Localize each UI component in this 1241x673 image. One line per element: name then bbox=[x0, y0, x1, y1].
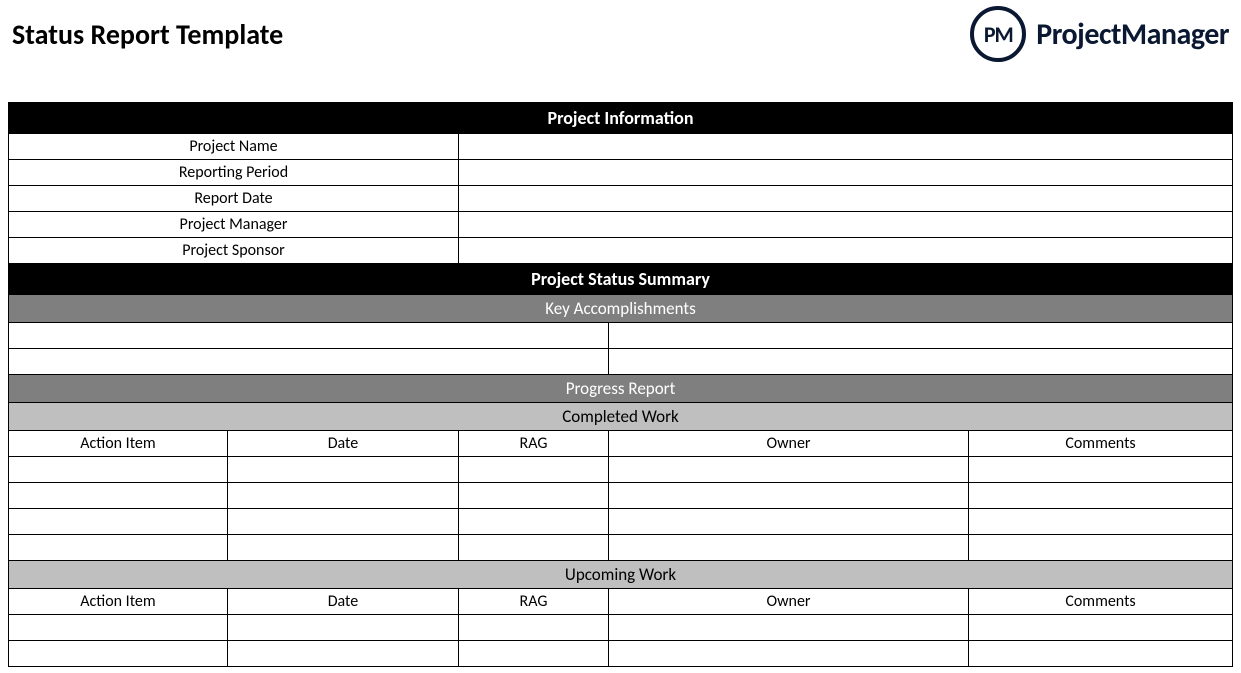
info-label: Project Manager bbox=[9, 212, 459, 238]
col-action-item: Action Item bbox=[9, 589, 228, 615]
col-comments: Comments bbox=[969, 431, 1233, 457]
info-row: Report Date bbox=[9, 186, 1233, 212]
col-rag: RAG bbox=[459, 589, 609, 615]
page-title: Status Report Template bbox=[12, 17, 283, 52]
info-label: Reporting Period bbox=[9, 160, 459, 186]
info-row: Project Manager bbox=[9, 212, 1233, 238]
info-value-project-name[interactable] bbox=[459, 134, 1233, 160]
section-header-project-info: Project Information bbox=[9, 103, 1233, 134]
col-owner: Owner bbox=[609, 589, 969, 615]
info-label: Project Name bbox=[9, 134, 459, 160]
col-comments: Comments bbox=[969, 589, 1233, 615]
info-label: Report Date bbox=[9, 186, 459, 212]
cell-rag[interactable] bbox=[459, 483, 609, 509]
brand: PM ProjectManager bbox=[970, 6, 1229, 62]
table-row bbox=[9, 509, 1233, 535]
col-date: Date bbox=[227, 431, 458, 457]
cell-owner[interactable] bbox=[609, 615, 969, 641]
page-header: Status Report Template PM ProjectManager bbox=[8, 6, 1233, 62]
cell-date[interactable] bbox=[227, 535, 458, 561]
status-report-table: Project Information Project Name Reporti… bbox=[8, 102, 1233, 667]
cell-action[interactable] bbox=[9, 615, 228, 641]
column-header-row: Action Item Date RAG Owner Comments bbox=[9, 589, 1233, 615]
cell-date[interactable] bbox=[227, 641, 458, 667]
subheader-progress-report: Progress Report bbox=[9, 375, 1233, 403]
cell-comments[interactable] bbox=[969, 483, 1233, 509]
cell-comments[interactable] bbox=[969, 615, 1233, 641]
info-value-report-date[interactable] bbox=[459, 186, 1233, 212]
subheader-upcoming-work: Upcoming Work bbox=[9, 561, 1233, 589]
table-row bbox=[9, 535, 1233, 561]
cell-comments[interactable] bbox=[969, 535, 1233, 561]
cell-comments[interactable] bbox=[969, 641, 1233, 667]
cell-action[interactable] bbox=[9, 483, 228, 509]
table-row bbox=[9, 615, 1233, 641]
cell-date[interactable] bbox=[227, 615, 458, 641]
table-row bbox=[9, 457, 1233, 483]
col-owner: Owner bbox=[609, 431, 969, 457]
info-row: Reporting Period bbox=[9, 160, 1233, 186]
accomplishment-cell[interactable] bbox=[609, 323, 1233, 349]
cell-rag[interactable] bbox=[459, 615, 609, 641]
cell-owner[interactable] bbox=[609, 641, 969, 667]
accomplishment-row bbox=[9, 349, 1233, 375]
cell-rag[interactable] bbox=[459, 535, 609, 561]
cell-rag[interactable] bbox=[459, 457, 609, 483]
cell-owner[interactable] bbox=[609, 535, 969, 561]
info-value-project-manager[interactable] bbox=[459, 212, 1233, 238]
section-header-status-summary: Project Status Summary bbox=[9, 264, 1233, 295]
cell-action[interactable] bbox=[9, 457, 228, 483]
col-date: Date bbox=[227, 589, 458, 615]
info-row: Project Sponsor bbox=[9, 238, 1233, 264]
accomplishment-row bbox=[9, 323, 1233, 349]
info-value-reporting-period[interactable] bbox=[459, 160, 1233, 186]
cell-date[interactable] bbox=[227, 483, 458, 509]
subheader-key-accomplishments: Key Accomplishments bbox=[9, 295, 1233, 323]
cell-owner[interactable] bbox=[609, 483, 969, 509]
cell-rag[interactable] bbox=[459, 641, 609, 667]
info-label: Project Sponsor bbox=[9, 238, 459, 264]
brand-logo-icon: PM bbox=[970, 6, 1026, 62]
col-action-item: Action Item bbox=[9, 431, 228, 457]
column-header-row: Action Item Date RAG Owner Comments bbox=[9, 431, 1233, 457]
table-row bbox=[9, 641, 1233, 667]
subheader-completed-work: Completed Work bbox=[9, 403, 1233, 431]
cell-owner[interactable] bbox=[609, 457, 969, 483]
brand-name: ProjectManager bbox=[1036, 16, 1229, 53]
cell-comments[interactable] bbox=[969, 509, 1233, 535]
info-value-project-sponsor[interactable] bbox=[459, 238, 1233, 264]
table-row bbox=[9, 483, 1233, 509]
accomplishment-cell[interactable] bbox=[609, 349, 1233, 375]
cell-date[interactable] bbox=[227, 509, 458, 535]
cell-action[interactable] bbox=[9, 509, 228, 535]
cell-rag[interactable] bbox=[459, 509, 609, 535]
col-rag: RAG bbox=[459, 431, 609, 457]
accomplishment-cell[interactable] bbox=[9, 349, 609, 375]
cell-comments[interactable] bbox=[969, 457, 1233, 483]
cell-action[interactable] bbox=[9, 535, 228, 561]
cell-owner[interactable] bbox=[609, 509, 969, 535]
cell-date[interactable] bbox=[227, 457, 458, 483]
cell-action[interactable] bbox=[9, 641, 228, 667]
info-row: Project Name bbox=[9, 134, 1233, 160]
accomplishment-cell[interactable] bbox=[9, 323, 609, 349]
